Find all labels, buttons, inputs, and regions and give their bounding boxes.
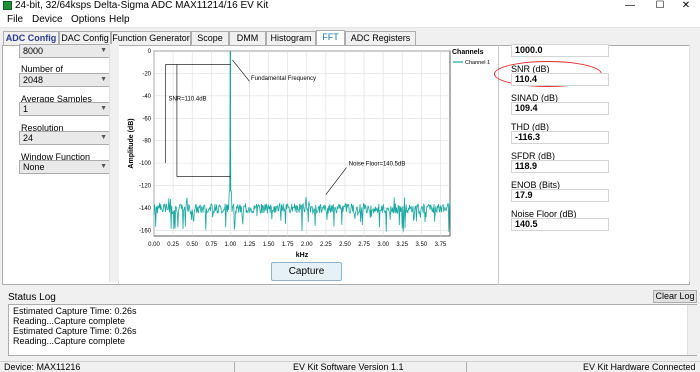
y-tick-label: -100: [139, 161, 152, 167]
log-scrollbar[interactable]: [687, 305, 697, 355]
x-tick-label: 2.75: [358, 242, 370, 248]
close-button[interactable]: ✕: [672, 0, 700, 12]
log-line: Reading...Capture complete: [13, 336, 126, 346]
chevron-down-icon: ▼: [100, 47, 107, 54]
snr-annotation: SNR=110.4dB: [168, 96, 206, 102]
frequency-value-box: 1000.0: [511, 44, 609, 57]
sample-rate-select[interactable]: 8000 ▼: [19, 44, 111, 58]
chevron-down-icon: ▼: [100, 76, 107, 83]
thd-value: -116.3: [511, 131, 609, 144]
status-hardware: EV Kit Hardware Connected: [583, 362, 696, 372]
status-device: Device: MAX11216: [4, 362, 81, 372]
left-panel-scrollbar[interactable]: [109, 44, 119, 282]
resolution-value: 24: [23, 133, 34, 143]
x-tick-label: 0.00: [148, 242, 160, 248]
snr-value: 110.4: [511, 73, 609, 86]
fft-chart: 0.00 0.25 0.50 0.75 1.00 1.25 1.50 1.75 2.00 2.25…: [128, 49, 490, 259]
window-title: 24-bit, 32/64ksps Delta-Sigma ADC MAX112…: [15, 0, 269, 11]
x-tick-label: 1.25: [244, 242, 256, 248]
x-tick-label: 2.25: [320, 242, 332, 248]
x-tick-label: 1.75: [282, 242, 294, 248]
tab-scope[interactable]: Scope: [191, 31, 229, 45]
right-divider: [498, 45, 499, 285]
number-of-select[interactable]: 2048 ▼: [19, 73, 111, 87]
menu-options[interactable]: Options: [71, 14, 105, 25]
right-panel-scrollbar[interactable]: [689, 44, 699, 282]
x-tick-label: 2.50: [339, 242, 351, 248]
number-of-value: 2048: [23, 75, 44, 85]
x-tick-label: 1.00: [225, 242, 237, 248]
minimize-button[interactable]: —: [616, 0, 644, 12]
x-tick-label: 3.50: [416, 242, 428, 248]
enob-value: 17.9: [511, 189, 609, 202]
x-axis-label: kHz: [296, 252, 309, 259]
y-tick-label: -20: [142, 71, 151, 77]
x-tick-label: 1.50: [263, 242, 275, 248]
status-log-title: Status Log: [8, 292, 56, 303]
y-tick-label: -160: [139, 228, 152, 234]
y-tick-label: 0: [148, 49, 152, 55]
y-tick-label: -60: [142, 116, 151, 122]
status-separator: [234, 362, 235, 372]
y-tick-label: -40: [142, 94, 151, 100]
tab-histogram[interactable]: Histogram: [266, 31, 316, 45]
tab-adc-config[interactable]: ADC Config: [3, 31, 59, 45]
log-line: Estimated Capture Time: 0.26s: [13, 326, 137, 336]
tab-function-generator[interactable]: Function Generator: [111, 31, 191, 45]
sinad-value: 109.4: [511, 102, 609, 115]
status-version: EV Kit Software Version 1.1: [293, 362, 404, 372]
capture-button[interactable]: Capture: [271, 262, 342, 281]
status-log-box: Estimated Capture Time: 0.26s Reading...…: [8, 304, 697, 356]
average-samples-select[interactable]: 1 ▼: [19, 102, 111, 116]
app-icon: [3, 1, 12, 10]
maximize-button[interactable]: ☐: [646, 0, 674, 12]
tab-adc-registers[interactable]: ADC Registers: [345, 31, 416, 45]
noise-floor-value: 140.5: [511, 218, 609, 231]
y-tick-label: -140: [139, 206, 152, 212]
legend-title: Channels: [452, 49, 484, 56]
average-samples-value: 1: [23, 104, 29, 114]
tab-fft[interactable]: FFT: [316, 30, 345, 46]
x-tick-label: 3.25: [396, 242, 408, 248]
legend-entry: Channel 1: [465, 60, 490, 66]
chevron-down-icon: ▼: [100, 105, 107, 112]
log-line: Estimated Capture Time: 0.26s: [13, 306, 137, 316]
clear-log-button[interactable]: Clear Log: [653, 290, 697, 303]
x-tick-label: 0.75: [205, 242, 217, 248]
tab-dac-config[interactable]: DAC Config: [59, 31, 111, 45]
y-tick-label: -120: [139, 184, 152, 190]
window-function-value: None: [23, 162, 45, 172]
status-separator: [466, 362, 467, 372]
menu-file[interactable]: File: [7, 14, 23, 25]
resolution-select[interactable]: 24 ▼: [19, 131, 111, 145]
sfdr-value: 118.9: [511, 160, 609, 173]
tab-dmm[interactable]: DMM: [229, 31, 266, 45]
chevron-down-icon: ▼: [100, 163, 107, 170]
fundamental-annotation: Fundamental Frequency: [251, 76, 316, 82]
sample-rate-value: 8000: [23, 46, 44, 56]
x-tick-label: 0.50: [186, 242, 198, 248]
x-tick-label: 2.00: [301, 242, 313, 248]
log-line: Reading...Capture complete: [13, 316, 126, 326]
chevron-down-icon: ▼: [100, 134, 107, 141]
menu-help[interactable]: Help: [109, 14, 130, 25]
x-tick-label: 3.75: [435, 242, 447, 248]
noise-floor-annotation: Noise Floor=140.5dB: [349, 161, 406, 167]
x-tick-label: 0.25: [167, 242, 179, 248]
y-tick-label: -80: [142, 139, 151, 145]
x-tick-label: 3.00: [377, 242, 389, 248]
menu-device[interactable]: Device: [32, 14, 63, 25]
window-function-select[interactable]: None ▼: [19, 160, 111, 174]
y-axis-label: Amplitude (dB): [128, 118, 135, 168]
